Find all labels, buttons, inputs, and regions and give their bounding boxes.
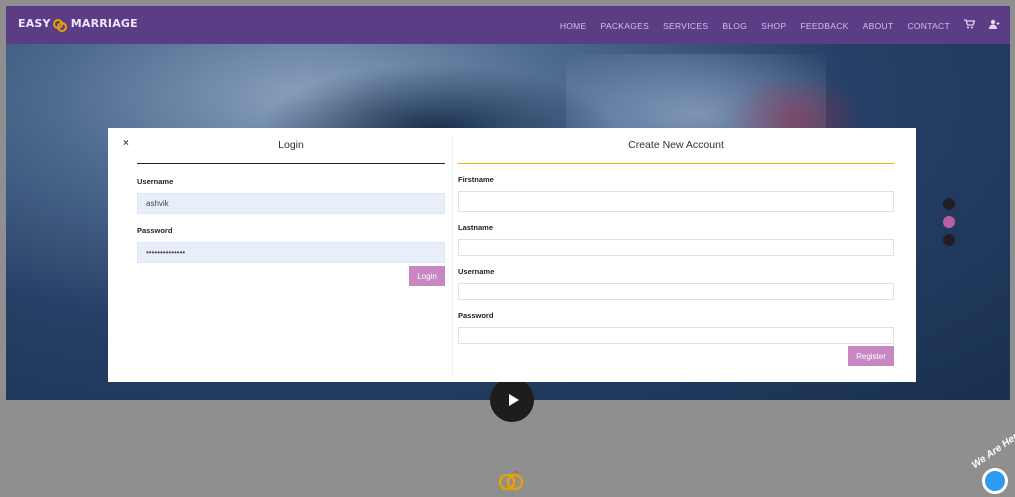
login-panel: Login Username ashvik Password •••••••••… <box>137 128 445 286</box>
carousel-dot-2[interactable] <box>943 216 955 228</box>
carousel-dot-3[interactable] <box>943 234 955 246</box>
login-button[interactable]: Login <box>409 266 445 286</box>
login-password-label: Password <box>137 226 173 235</box>
close-icon[interactable]: × <box>123 138 129 149</box>
brand-left: EASY <box>18 17 51 30</box>
register-lastname-input[interactable] <box>458 239 894 256</box>
register-password-input[interactable] <box>458 327 894 344</box>
wedding-rings-icon <box>498 466 524 492</box>
nav-services[interactable]: SERVICES <box>663 21 708 31</box>
nav-about[interactable]: ABOUT <box>863 21 894 31</box>
nav-packages[interactable]: PACKAGES <box>601 21 650 31</box>
register-panel: Create New Account Firstname Lastname Us… <box>458 128 894 366</box>
video-play-button[interactable] <box>490 378 534 422</box>
nav-home[interactable]: HOME <box>560 21 587 31</box>
login-username-input[interactable]: ashvik <box>137 193 445 214</box>
nav-contact[interactable]: CONTACT <box>907 21 950 31</box>
register-lastname-label: Lastname <box>458 223 494 232</box>
register-password-label: Password <box>458 311 494 320</box>
nav-blog[interactable]: BLOG <box>722 21 747 31</box>
login-username-label: Username <box>137 177 174 186</box>
login-password-input[interactable]: •••••••••••••• <box>137 242 445 263</box>
cart-icon[interactable] <box>964 19 976 32</box>
register-firstname-input[interactable] <box>458 191 894 212</box>
register-button[interactable]: Register <box>848 346 894 366</box>
register-title: Create New Account <box>458 128 894 164</box>
auth-modal: × Login Username ashvik Password •••••••… <box>108 128 916 382</box>
nav-feedback[interactable]: FEEDBACK <box>800 21 848 31</box>
register-firstname-label: Firstname <box>458 175 494 184</box>
login-title: Login <box>137 128 445 164</box>
chat-widget-label: We Are Her <box>970 431 1015 472</box>
user-add-icon[interactable] <box>989 19 1000 32</box>
carousel-dot-1[interactable] <box>943 198 955 210</box>
brand-right: MARRIAGE <box>70 17 138 30</box>
nav-shop[interactable]: SHOP <box>761 21 786 31</box>
rings-logo-icon <box>52 18 67 32</box>
carousel-indicators <box>943 198 955 246</box>
brand-logo[interactable]: EASY MARRIAGE <box>18 17 138 32</box>
register-username-label: Username <box>458 267 495 276</box>
main-nav: HOME PACKAGES SERVICES BLOG SHOP FEEDBAC… <box>560 19 1000 32</box>
top-navbar: EASY MARRIAGE HOME PACKAGES SERVICES BLO… <box>6 6 1010 44</box>
chat-widget[interactable]: We Are Her <box>960 431 1015 494</box>
register-username-input[interactable] <box>458 283 894 300</box>
modal-divider <box>452 136 453 376</box>
chat-bubble-icon[interactable] <box>982 468 1008 494</box>
